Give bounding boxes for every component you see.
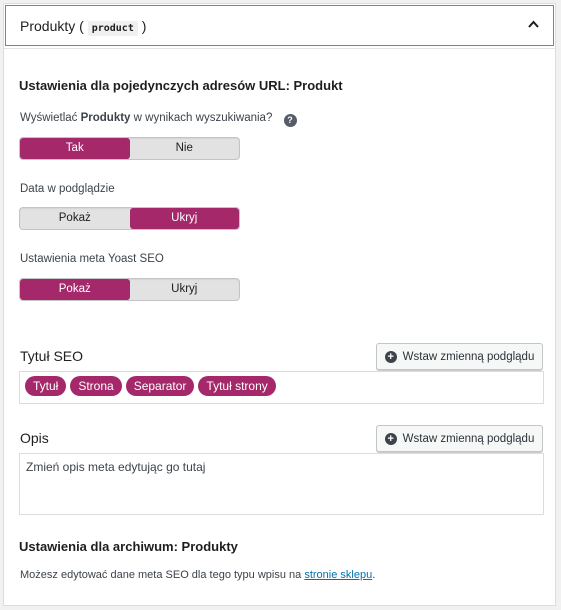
description-editor[interactable]: Zmień opis meta edytując go tutaj	[19, 453, 544, 515]
variable-tag[interactable]: Tytuł strony	[198, 376, 276, 396]
archive-text-prefix: Możesz edytować dane meta SEO dla tego t…	[20, 569, 305, 581]
search-label-prefix: Wyświetlać	[20, 112, 81, 124]
toggle-option-ukryj[interactable]: Ukryj	[130, 279, 240, 300]
insert-variable-button-label: Wstaw zmienną podglądu	[402, 350, 535, 363]
help-icon[interactable]: ?	[283, 114, 297, 127]
variable-tag[interactable]: Tytuł	[25, 376, 67, 396]
archive-text-suffix: .	[372, 569, 376, 581]
single-section-title: Ustawienia dla pojedynczych adresów URL:…	[19, 78, 343, 93]
toggle-option-pokaz[interactable]: Pokaż	[20, 208, 130, 229]
plus-circle-icon: +	[384, 432, 397, 445]
toggle-option-nie[interactable]: Nie	[130, 138, 240, 159]
search-visibility-toggle[interactable]: Tak Nie	[19, 137, 240, 160]
archive-section-title: Ustawienia dla archiwum: Produkty	[19, 539, 238, 554]
variable-tag[interactable]: Separator	[125, 376, 195, 396]
plus-circle-icon: +	[384, 350, 397, 363]
seo-title-editor[interactable]: Tytuł Strona Separator Tytuł strony	[19, 371, 544, 404]
panel-title: Produkty ( product )	[20, 18, 147, 36]
description-editor-text: Zmień opis meta edytując go tutaj	[26, 460, 206, 474]
search-label-suffix: w wynikach wyszukiwania?	[130, 112, 273, 124]
panel-header[interactable]: Produkty ( product )	[4, 4, 555, 49]
date-preview-label: Data w podglądzie	[20, 183, 115, 195]
shop-page-link[interactable]: stronie sklepu	[304, 569, 372, 581]
date-preview-toggle[interactable]: Pokaż Ukryj	[19, 207, 240, 230]
chevron-up-icon[interactable]	[528, 19, 539, 30]
toggle-option-ukryj[interactable]: Ukryj	[129, 208, 239, 229]
post-type-code: product	[87, 21, 138, 36]
insert-variable-button[interactable]: + Wstaw zmienną podglądu	[376, 343, 543, 370]
toggle-option-tak[interactable]: Tak	[20, 138, 130, 159]
toggle-option-pokaz[interactable]: Pokaż	[20, 279, 130, 300]
panel-title-end: )	[141, 18, 147, 34]
insert-variable-button-label: Wstaw zmienną podglądu	[402, 432, 535, 445]
seo-title-label: Tytuł SEO	[20, 348, 84, 364]
search-label-post-type: Produkty	[80, 112, 131, 124]
insert-variable-button[interactable]: + Wstaw zmienną podglądu	[376, 425, 543, 452]
archive-info-text: Możesz edytować dane meta SEO dla tego t…	[20, 569, 375, 581]
panel-title-text: Produkty (	[20, 18, 84, 34]
variable-tag[interactable]: Strona	[70, 376, 122, 396]
settings-panel: Produkty ( product ) Ustawienia dla poje…	[3, 3, 556, 606]
yoast-meta-toggle[interactable]: Pokaż Ukryj	[19, 278, 240, 301]
yoast-meta-label: Ustawienia meta Yoast SEO	[20, 253, 164, 265]
description-label: Opis	[20, 430, 49, 446]
search-visibility-label: Wyświetlać Produkty w wynikach wyszukiwa…	[20, 112, 297, 127]
